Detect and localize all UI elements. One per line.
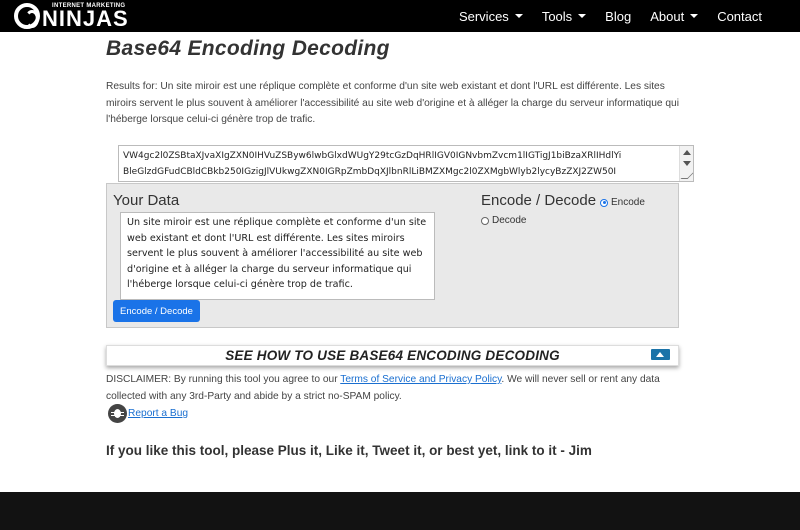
nav-item-tools[interactable]: Tools <box>541 8 587 24</box>
encoded-line: BleGlzdGFudCBldCBkb250IGzigJlVUkwgZXN0IG… <box>123 166 617 177</box>
caret-down-icon <box>578 14 587 18</box>
encoded-output-textarea[interactable]: VW4gc2l0ZSBtaXJvaXIgZXN0IHVuZSByw6lwbGlx… <box>118 145 694 182</box>
chevron-up-icon[interactable] <box>651 349 670 360</box>
decode-radio[interactable] <box>481 216 489 225</box>
your-data-label: Your Data <box>113 192 180 209</box>
howto-accordion[interactable]: SEE HOW TO USE BASE64 ENCODING DECODING <box>106 345 679 366</box>
nav-item-label: About <box>650 8 685 24</box>
results-text: Results for: Un site miroir est une répl… <box>106 81 679 125</box>
page-footer <box>0 492 800 530</box>
terms-link[interactable]: Terms of Service and Privacy Policy <box>340 374 501 385</box>
nav-item-label: Contact <box>717 8 762 24</box>
report-bug-link[interactable]: Report a Bug <box>128 408 188 419</box>
decode-option[interactable]: Decode <box>481 215 526 226</box>
encode-option[interactable]: Encode <box>600 197 645 208</box>
bug-icon <box>108 404 127 423</box>
nav-item-contact[interactable]: Contact <box>717 9 762 24</box>
top-navbar: INTERNET MARKETING NINJAS Services Tools… <box>0 0 800 32</box>
nav-item-services[interactable]: Services <box>459 9 523 24</box>
howto-title: SEE HOW TO USE BASE64 ENCODING DECODING <box>225 348 560 363</box>
encode-label: Encode <box>611 197 645 208</box>
nav-item-blog[interactable]: Blog <box>605 9 631 24</box>
tool-panel: Your Data Un site miroir est une répliqu… <box>106 183 679 328</box>
disclaimer-text: DISCLAIMER: By running this tool you agr… <box>106 372 686 405</box>
disclaimer-prefix: DISCLAIMER: By running this tool you agr… <box>106 374 341 385</box>
nav-item-about[interactable]: About <box>650 8 699 24</box>
page-title: Base64 Encoding Decoding <box>106 37 390 60</box>
encode-decode-button[interactable]: Encode / Decode <box>113 300 200 322</box>
nav-menu: Services Tools Blog About Contact <box>440 0 762 32</box>
nav-item-label: Tools <box>541 8 573 24</box>
share-cta: If you like this tool, please Plus it, L… <box>106 443 592 458</box>
encode-radio[interactable] <box>600 198 608 207</box>
nav-item-label: Blog <box>605 8 632 24</box>
report-bug-row[interactable]: Report a Bug <box>108 404 188 423</box>
caret-down-icon <box>690 14 699 18</box>
caret-down-icon <box>514 14 523 18</box>
logo-wordmark: INTERNET MARKETING NINJAS <box>42 0 152 32</box>
scroll-down-icon[interactable] <box>683 161 691 166</box>
logo-name: NINJAS <box>42 6 129 31</box>
encoded-output-text: VW4gc2l0ZSBtaXJvaXIgZXN0IHVuZSByw6lwbGlx… <box>123 149 681 180</box>
logo-mark-icon <box>14 3 40 29</box>
site-logo[interactable]: INTERNET MARKETING NINJAS <box>14 0 152 32</box>
data-input-textarea[interactable]: Un site miroir est une réplique complète… <box>120 212 435 300</box>
encoded-line: VW4gc2l0ZSBtaXJvaXIgZXN0IHVuZSByw6lwbGlx… <box>123 151 622 161</box>
decode-label: Decode <box>492 215 527 226</box>
mode-title: Encode / Decode <box>481 192 597 209</box>
nav-item-label: Services <box>458 8 509 24</box>
scroll-up-icon[interactable] <box>683 150 691 155</box>
